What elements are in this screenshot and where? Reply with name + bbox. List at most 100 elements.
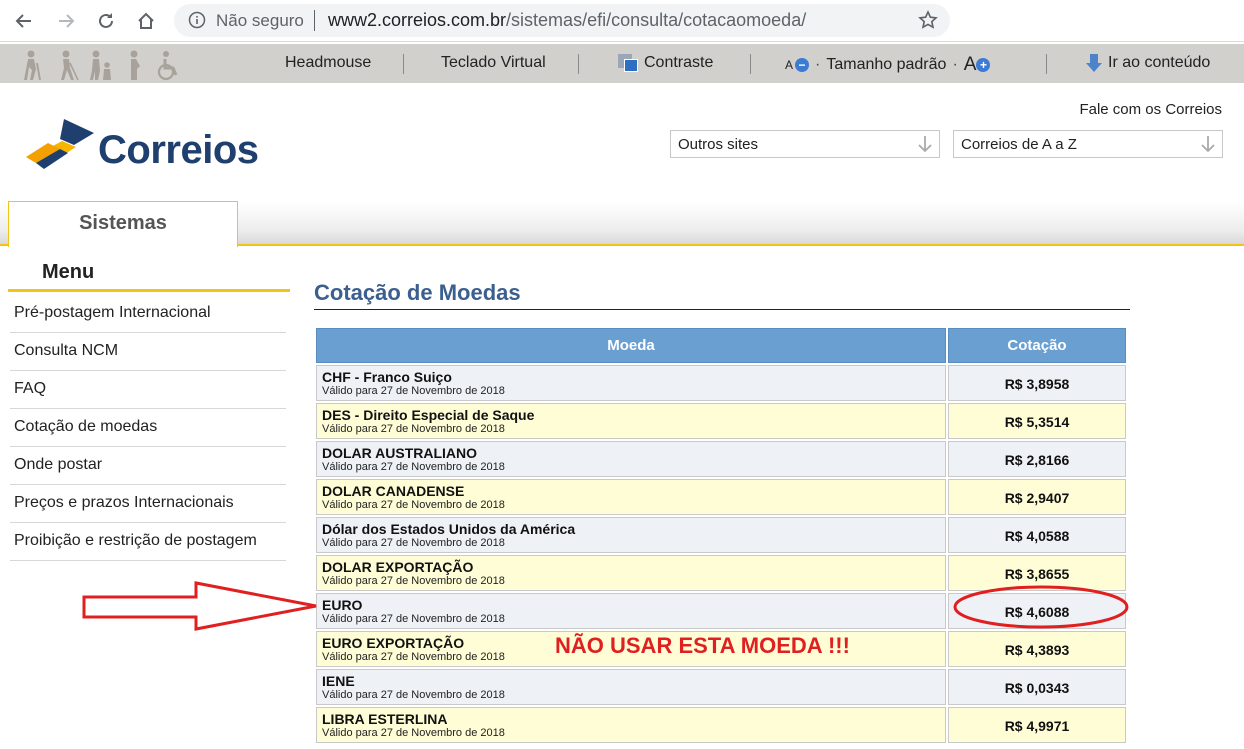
warning-annotation: NÃO USAR ESTA MOEDA !!! [555,633,850,658]
skip-to-content-link[interactable]: Ir ao conteúdo [1086,54,1210,72]
elderly-person-icon [24,50,41,81]
menu-item-pre-postagem[interactable]: Pré-postagem Internacional [10,295,286,333]
currency-valid: Válido para 27 de Novembro de 2018 [322,537,505,549]
table-row: DOLAR EXPORTAÇÃO Válido para 27 de Novemb… [316,555,1126,591]
accessibility-bar: Headmouse Teclado Virtual Contraste A − … [0,44,1244,83]
security-status: Não seguro [216,11,304,30]
rate-value: R$ 0,0343 [948,669,1126,705]
browser-toolbar: Não seguro www2.correios.com.br/sistemas… [0,0,1244,42]
currency-cell: IENE Válido para 27 de Novembro de 2018 [316,669,946,705]
table-row: DOLAR CANADENSE Válido para 27 de Novembr… [316,479,1126,515]
table-header-row: Moeda Cotação [316,328,1126,363]
currency-cell: CHF - Franco Suiço Válido para 27 de Nove… [316,365,946,401]
menu-divider [8,289,290,292]
access-divider-1 [403,54,404,74]
col-moeda-header: Moeda [316,328,946,363]
correios-az-select[interactable]: Correios de A a Z [953,130,1223,158]
currency-name: LIBRA ESTERLINA [322,711,448,727]
currency-cell: Dólar dos Estados Unidos da América Válid… [316,517,946,553]
currency-cell: DES - Direito Especial de Saque Válido pa… [316,403,946,439]
font-decrease-icon[interactable]: − [795,58,810,72]
font-increase-label: A [963,54,977,75]
chevron-down-icon [918,136,932,153]
table-row: LIBRA ESTERLINA Válido para 27 de Novembr… [316,707,1126,743]
other-sites-select[interactable]: Outros sites [670,130,940,158]
forward-button[interactable] [53,8,79,34]
page-title: Cotação de Moedas [314,280,521,305]
parent-child-icon [90,50,111,80]
back-arrow-icon [15,14,31,28]
menu-item-faq[interactable]: FAQ [10,371,286,409]
menu-item-precos-prazos[interactable]: Preços e prazos Internacionais [10,485,286,523]
menu-item-consulta-ncm[interactable]: Consulta NCM [10,333,286,371]
font-increase-icon[interactable]: + [976,58,991,72]
info-icon[interactable] [188,11,206,29]
contrast-label: Contraste [644,54,714,71]
currency-valid: Válido para 27 de Novembro de 2018 [322,575,505,587]
url-text[interactable]: www2.correios.com.br/sistemas/efi/consul… [328,10,806,31]
currency-valid: Válido para 27 de Novembro de 2018 [322,423,505,435]
table-row: DES - Direito Especial de Saque Válido pa… [316,403,1126,439]
currency-name: Dólar dos Estados Unidos da América [322,521,576,537]
back-button[interactable] [11,8,37,34]
access-divider-2 [578,54,579,74]
skip-to-content-label: Ir ao conteúdo [1108,54,1211,71]
currency-name: DOLAR AUSTRALIANO [322,445,478,461]
url-host: www2.correios.com.br [328,10,507,30]
currency-cell: LIBRA ESTERLINA Válido para 27 de Novembr… [316,707,946,743]
currency-valid: Válido para 27 de Novembro de 2018 [322,385,505,397]
table-row: Dólar dos Estados Unidos da América Válid… [316,517,1126,553]
table-row: DOLAR AUSTRALIANO Válido para 27 de Novem… [316,441,1126,477]
menu-title: Menu [42,261,95,283]
title-underline [314,309,1130,310]
currency-name: IENE [322,673,355,689]
accessibility-icons [18,47,184,81]
currency-cell: DOLAR AUSTRALIANO Válido para 27 de Novem… [316,441,946,477]
rate-value: R$ 3,8958 [948,365,1126,401]
chevron-down-icon [1201,136,1215,153]
forward-arrow-icon [59,14,75,28]
currency-name: DOLAR EXPORTAÇÃO [322,559,474,575]
tab-sistemas[interactable]: Sistemas [8,201,238,247]
menu-item-cotacao-moedas[interactable]: Cotação de moedas [10,409,286,447]
access-divider-4 [1046,54,1047,74]
address-bar[interactable]: Não seguro www2.correios.com.br/sistemas… [174,4,950,37]
dot-separator: · [952,56,958,73]
table-row: IENE Válido para 27 de Novembro de 2018 R… [316,669,1126,705]
default-size-link[interactable]: Tamanho padrão [826,56,946,74]
currency-name: CHF - Franco Suiço [322,369,452,385]
address-separator [314,10,315,31]
currency-valid: Válido para 27 de Novembro de 2018 [322,461,505,473]
menu-item-proibicao[interactable]: Proibição e restrição de postagem [10,523,286,561]
other-sites-value: Outros sites [678,136,759,153]
url-path: /sistemas/efi/consulta/cotacaomoeda/ [506,10,807,30]
currency-name: DOLAR CANADENSE [322,483,465,499]
rate-value: R$ 3,8655 [948,555,1126,591]
currency-name: EURO [322,597,363,613]
currency-valid: Válido para 27 de Novembro de 2018 [322,727,505,739]
rate-value: R$ 4,6088 [948,593,1126,629]
rate-value: R$ 4,0588 [948,517,1126,553]
contrast-icon [618,54,638,72]
contrast-link[interactable]: Contraste [618,54,713,72]
table-row: EURO Válido para 27 de Novembro de 2018 R… [316,593,1126,629]
access-divider-3 [750,54,751,74]
home-button[interactable] [133,8,159,34]
reload-button[interactable] [93,8,119,34]
headmouse-link[interactable]: Headmouse [285,54,371,72]
sidebar-menu: Pré-postagem Internacional Consulta NCM … [10,295,286,561]
dot-separator: · [815,56,821,73]
down-arrow-icon [1086,54,1102,72]
rate-value: R$ 2,8166 [948,441,1126,477]
menu-item-onde-postar[interactable]: Onde postar [10,447,286,485]
currency-table: Moeda Cotação CHF - Franco Suiço Válido p… [314,326,1128,745]
currency-name: DES - Direito Especial de Saque [322,407,535,423]
col-cotacao-header: Cotação [948,328,1126,363]
bookmark-star-icon[interactable] [918,10,938,30]
rate-value: R$ 5,3514 [948,403,1126,439]
virtual-keyboard-link[interactable]: Teclado Virtual [441,54,546,72]
font-size-controls: A − · Tamanho padrão · A + [785,54,991,76]
currency-valid: Válido para 27 de Novembro de 2018 [322,499,505,511]
correios-logo-icon [26,119,94,169]
contact-link[interactable]: Fale com os Correios [1079,101,1222,118]
